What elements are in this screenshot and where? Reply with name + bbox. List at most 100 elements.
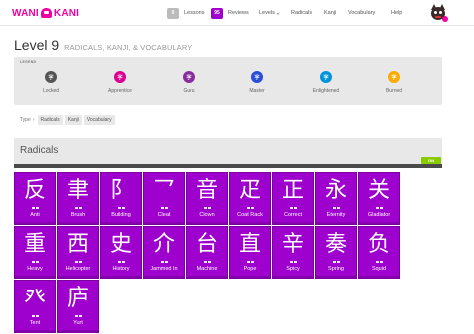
radical-meaning: Cleat bbox=[157, 212, 171, 218]
progress-pip-icon bbox=[246, 207, 254, 209]
level-heading: Level 9 bbox=[14, 37, 60, 53]
chevron-down-icon: ▾ bbox=[276, 10, 279, 16]
radical-tile-heavy[interactable]: 重 Heavy bbox=[14, 226, 56, 279]
legend-dot-icon: 字 bbox=[114, 71, 126, 83]
levels-menu[interactable]: Levels ▾ bbox=[259, 6, 279, 20]
progress-pip-icon bbox=[289, 207, 297, 209]
legend-dot-icon: 字 bbox=[45, 71, 57, 83]
radical-tile-spring[interactable]: 奏 Spring bbox=[315, 226, 357, 279]
progress-pip-icon bbox=[375, 261, 383, 263]
legend-title: LEGEND bbox=[20, 60, 37, 64]
progress-pip-icon bbox=[332, 207, 340, 209]
radical-meaning: Correct bbox=[283, 212, 303, 218]
filter-radicals[interactable]: Radicals bbox=[37, 115, 63, 125]
wanikani-logo[interactable]: WANI KANI bbox=[12, 6, 79, 20]
kanji-link[interactable]: Kanji bbox=[324, 6, 336, 20]
radical-meaning: History bbox=[112, 266, 130, 272]
lessons-link[interactable]: 0 Lessons bbox=[167, 6, 205, 20]
progress-pip-icon bbox=[117, 261, 125, 263]
radical-meaning: Building bbox=[111, 212, 131, 218]
radical-tile-yurt[interactable]: 庐 Yurt bbox=[57, 280, 99, 333]
radical-meaning: Yurt bbox=[73, 320, 83, 326]
progress-pip-icon bbox=[74, 315, 82, 317]
vocabulary-link[interactable]: Vocabulary bbox=[348, 6, 375, 20]
logo-text-right: KANI bbox=[53, 7, 80, 19]
reviews-count-badge: 95 bbox=[211, 7, 223, 19]
radical-tile-eternity[interactable]: 永 Eternity bbox=[315, 172, 357, 225]
radicals-label: Radicals bbox=[291, 10, 313, 16]
radicals-link[interactable]: Radicals bbox=[291, 6, 312, 20]
radical-tile-squid[interactable]: 负 Squid bbox=[358, 226, 400, 279]
legend-label: Locked bbox=[42, 88, 60, 94]
legend-dot-icon: 字 bbox=[320, 71, 332, 83]
legend-dot-icon: 字 bbox=[388, 71, 400, 83]
lessons-count-badge: 0 bbox=[167, 7, 179, 19]
radical-tile-brush[interactable]: 聿 Brush bbox=[57, 172, 99, 225]
crab-logo-icon bbox=[40, 8, 52, 18]
legend-label: Enlightened bbox=[312, 88, 340, 94]
section-toggle-button[interactable]: ON bbox=[421, 157, 441, 164]
radical-tile-coat-rack[interactable]: 疋 Coat Rack bbox=[229, 172, 271, 225]
radical-character: 永 bbox=[324, 178, 347, 203]
chevron-right-icon: › bbox=[32, 117, 35, 123]
radical-character: 聿 bbox=[66, 178, 89, 203]
help-link[interactable]: Help bbox=[391, 6, 402, 20]
radical-meaning: Tent bbox=[29, 320, 41, 326]
radical-meaning: Helicopter bbox=[65, 266, 91, 272]
progress-pip-icon bbox=[203, 207, 211, 209]
radical-tile-building[interactable]: 阝 Building bbox=[100, 172, 142, 225]
radical-tile-jammed-in[interactable]: 介 Jammed In bbox=[143, 226, 185, 279]
filter-kanji[interactable]: Kanji bbox=[64, 115, 82, 125]
radical-meaning: Spicy bbox=[286, 266, 300, 272]
logo-text-left: WANI bbox=[12, 7, 39, 19]
radical-tile-history[interactable]: 史 History bbox=[100, 226, 142, 279]
legend-item-locked: 字 Locked bbox=[21, 71, 81, 94]
section-title: Radicals bbox=[20, 145, 59, 156]
radical-tile-correct[interactable]: 正 Correct bbox=[272, 172, 314, 225]
filter-vocabulary[interactable]: Vocabulary bbox=[83, 115, 115, 125]
progress-pip-icon bbox=[203, 261, 211, 263]
reviews-link[interactable]: 95 Reviews bbox=[211, 6, 249, 20]
progress-pip-icon bbox=[160, 207, 168, 209]
legend-item-guru: 字 Guru bbox=[159, 71, 219, 94]
progress-pip-icon bbox=[332, 261, 340, 263]
radical-tile-cleat[interactable]: 乛 Cleat bbox=[143, 172, 185, 225]
progress-pip-icon bbox=[31, 261, 39, 263]
radical-character: 西 bbox=[66, 232, 89, 257]
radical-tile-gladiator[interactable]: 关 Gladiator bbox=[358, 172, 400, 225]
radical-meaning: Clown bbox=[199, 212, 215, 218]
radical-meaning: Squid bbox=[371, 266, 387, 272]
radical-tile-clown[interactable]: 音 Clown bbox=[186, 172, 228, 225]
radical-character: 奏 bbox=[324, 232, 347, 257]
radical-tile-pope[interactable]: 直 Pope bbox=[229, 226, 271, 279]
type-filter-label: Type bbox=[20, 117, 31, 123]
level-subtitle: RADICALS, KANJI, & VOCABULARY bbox=[64, 43, 193, 52]
radical-tile-machine[interactable]: 台 Machine bbox=[186, 226, 228, 279]
radical-character: 重 bbox=[23, 232, 46, 257]
user-avatar[interactable] bbox=[427, 2, 449, 24]
radical-character: 正 bbox=[281, 178, 304, 203]
avatar-badge bbox=[442, 16, 448, 22]
progress-pip-icon bbox=[74, 207, 82, 209]
radical-character: 疋 bbox=[238, 178, 261, 203]
legend-item-master: 字 Master bbox=[227, 71, 287, 94]
radical-tile-spicy[interactable]: 辛 Spicy bbox=[272, 226, 314, 279]
radical-meaning: Jammed In bbox=[150, 266, 178, 272]
radical-character: 史 bbox=[109, 232, 132, 257]
radical-meaning: Gladiator bbox=[367, 212, 391, 218]
legend-item-burned: 字 Burned bbox=[364, 71, 424, 94]
progress-pip-icon bbox=[246, 261, 254, 263]
radical-character: 负 bbox=[367, 232, 390, 257]
radical-character: 关 bbox=[367, 178, 390, 203]
radical-meaning: Brush bbox=[70, 212, 86, 218]
legend-label: Master bbox=[249, 88, 265, 94]
radical-character: 反 bbox=[23, 178, 46, 203]
progress-pip-icon bbox=[289, 261, 297, 263]
kanji-label: Kanji bbox=[324, 10, 337, 16]
radical-tile-helicopter[interactable]: 西 Helicopter bbox=[57, 226, 99, 279]
legend-label: Apprentice bbox=[108, 88, 132, 94]
lessons-label: Lessons bbox=[184, 10, 205, 16]
radical-tile-tent[interactable]: 癶 Tent bbox=[14, 280, 56, 333]
progress-pip-icon bbox=[375, 207, 383, 209]
radical-tile-anti[interactable]: 反 Anti bbox=[14, 172, 56, 225]
